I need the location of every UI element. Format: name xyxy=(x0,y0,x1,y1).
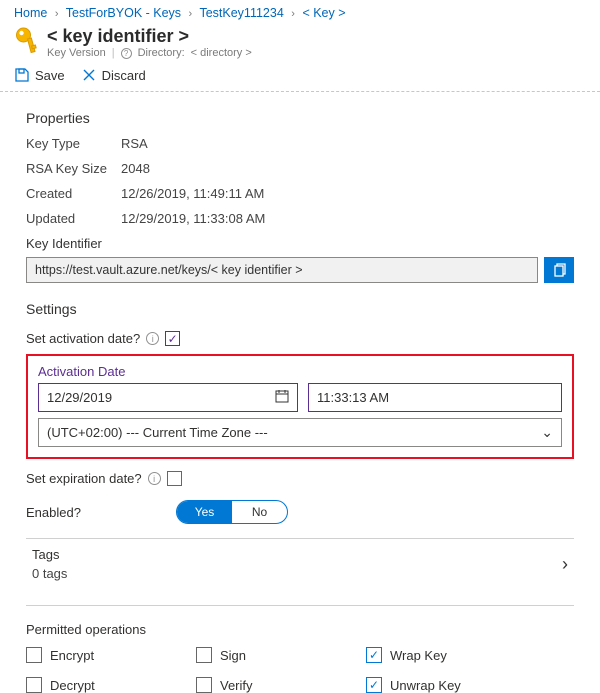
sign-checkbox[interactable] xyxy=(196,647,212,663)
tags-title: Tags xyxy=(32,547,67,562)
verify-checkbox[interactable] xyxy=(196,677,212,693)
subtitle-directory-value: < directory > xyxy=(191,47,252,59)
key-icon xyxy=(14,26,39,56)
activation-question: Set activation date? xyxy=(26,331,140,346)
updated-value: 12/29/2019, 11:33:08 AM xyxy=(121,211,265,226)
tags-count: 0 tags xyxy=(32,566,67,581)
enabled-label: Enabled? xyxy=(26,505,146,520)
save-button[interactable]: Save xyxy=(14,67,65,83)
page-header: < key identifier > Key Version | ? Direc… xyxy=(0,22,600,61)
encrypt-checkbox[interactable] xyxy=(26,647,42,663)
breadcrumb-version[interactable]: < Key > xyxy=(302,6,345,20)
chevron-right-icon: › xyxy=(291,8,295,20)
expiration-checkbox[interactable] xyxy=(167,471,182,486)
wrap-checkbox[interactable] xyxy=(366,647,382,663)
save-icon xyxy=(14,67,30,83)
chevron-right-icon: › xyxy=(55,8,59,20)
activation-checkbox[interactable] xyxy=(165,331,180,346)
page-title: < key identifier > xyxy=(47,26,252,47)
enabled-no: No xyxy=(232,501,287,523)
breadcrumb-vault[interactable]: TestForBYOK - Keys xyxy=(66,6,181,20)
copy-button[interactable] xyxy=(544,257,574,283)
key-type-value: RSA xyxy=(121,136,148,151)
created-value: 12/26/2019, 11:49:11 AM xyxy=(121,186,264,201)
subtitle-directory-label: Directory: xyxy=(138,47,185,59)
discard-label: Discard xyxy=(102,68,146,83)
activation-time-input[interactable]: 11:33:13 AM xyxy=(308,383,562,412)
activation-time-value: 11:33:13 AM xyxy=(317,390,389,405)
unwrap-checkbox[interactable] xyxy=(366,677,382,693)
activation-date-title: Activation Date xyxy=(38,364,562,379)
breadcrumb-home[interactable]: Home xyxy=(14,6,47,20)
identifier-label: Key Identifier xyxy=(26,236,574,251)
discard-button[interactable]: Discard xyxy=(81,67,146,83)
command-bar: Save Discard xyxy=(0,61,600,92)
key-size-value: 2048 xyxy=(121,161,150,176)
expiration-question: Set expiration date? xyxy=(26,471,142,486)
calendar-icon[interactable] xyxy=(275,389,289,406)
wrap-label: Wrap Key xyxy=(390,648,447,663)
decrypt-label: Decrypt xyxy=(50,678,95,693)
sign-label: Sign xyxy=(220,648,246,663)
breadcrumb-key[interactable]: TestKey111234 xyxy=(199,6,283,20)
activation-date-input[interactable]: 12/29/2019 xyxy=(38,383,298,412)
identifier-field[interactable]: https://test.vault.azure.net/keys/< key … xyxy=(26,257,538,283)
chevron-right-icon: › xyxy=(189,8,193,20)
tags-panel[interactable]: Tags 0 tags › xyxy=(26,539,574,591)
key-size-label: RSA Key Size xyxy=(26,161,121,176)
updated-label: Updated xyxy=(26,211,121,226)
unwrap-label: Unwrap Key xyxy=(390,678,461,693)
breadcrumb: Home › TestForBYOK - Keys › TestKey11123… xyxy=(0,0,600,22)
enabled-toggle[interactable]: Yes No xyxy=(176,500,288,524)
key-type-label: Key Type xyxy=(26,136,121,151)
info-icon[interactable]: i xyxy=(148,472,161,485)
created-label: Created xyxy=(26,186,121,201)
info-icon[interactable]: ? xyxy=(121,48,132,59)
save-label: Save xyxy=(35,68,65,83)
copy-icon xyxy=(551,262,567,278)
activation-date-value: 12/29/2019 xyxy=(47,390,112,405)
timezone-value: (UTC+02:00) --- Current Time Zone --- xyxy=(47,425,268,440)
timezone-select[interactable]: (UTC+02:00) --- Current Time Zone --- ⌄ xyxy=(38,418,562,447)
settings-heading: Settings xyxy=(26,301,574,317)
encrypt-label: Encrypt xyxy=(50,648,94,663)
activation-date-panel: Activation Date 12/29/2019 11:33:13 AM (… xyxy=(26,354,574,459)
chevron-down-icon: ⌄ xyxy=(541,424,553,441)
discard-icon xyxy=(81,67,97,83)
chevron-right-icon: › xyxy=(562,554,568,575)
permitted-heading: Permitted operations xyxy=(26,622,574,637)
enabled-yes: Yes xyxy=(177,501,232,523)
subtitle-version: Key Version xyxy=(47,47,106,59)
verify-label: Verify xyxy=(220,678,253,693)
properties-heading: Properties xyxy=(26,110,574,126)
decrypt-checkbox[interactable] xyxy=(26,677,42,693)
info-icon[interactable]: i xyxy=(146,332,159,345)
